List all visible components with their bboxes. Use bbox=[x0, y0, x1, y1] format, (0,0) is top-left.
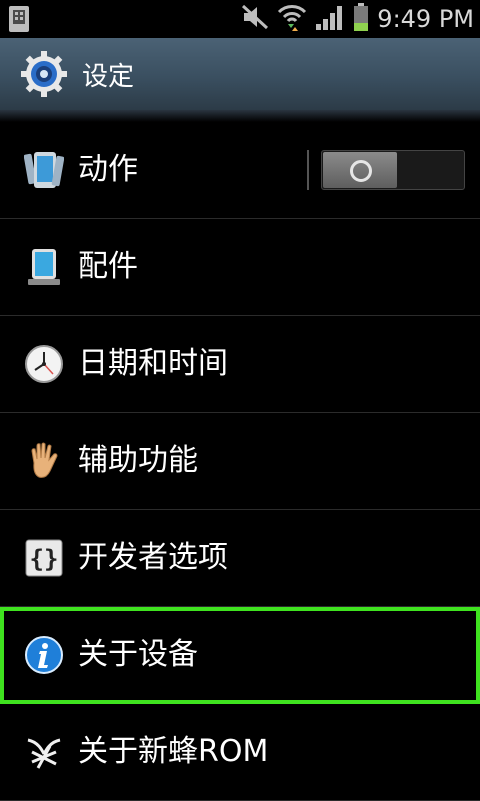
sim-card-icon bbox=[6, 4, 34, 34]
info-icon bbox=[24, 635, 64, 675]
settings-item-label: 辅助功能 bbox=[78, 443, 198, 478]
settings-item-about-device[interactable]: 关于设备 bbox=[0, 607, 480, 704]
settings-item-developer-options[interactable]: {} 开发者选项 bbox=[0, 510, 480, 607]
settings-item-about-rom[interactable]: 关于新蜂ROM bbox=[0, 704, 480, 801]
signal-icon bbox=[315, 3, 345, 35]
toggle-divider bbox=[307, 150, 309, 190]
action-bar: 设定 bbox=[0, 38, 480, 112]
svg-text:{}: {} bbox=[30, 545, 59, 573]
braces-icon: {} bbox=[24, 538, 64, 578]
settings-item-accessory[interactable]: 配件 bbox=[0, 219, 480, 316]
motion-toggle[interactable] bbox=[321, 150, 465, 190]
settings-gear-icon[interactable] bbox=[20, 50, 68, 98]
settings-item-date-time[interactable]: 日期和时间 bbox=[0, 316, 480, 413]
scroll-edge bbox=[0, 110, 480, 122]
settings-item-label: 关于新蜂ROM bbox=[78, 734, 269, 769]
status-time: 9:49 PM bbox=[377, 5, 474, 33]
hand-icon bbox=[24, 441, 64, 481]
settings-item-accessibility[interactable]: 辅助功能 bbox=[0, 413, 480, 510]
motion-icon bbox=[23, 150, 65, 190]
status-bar: 9:49 PM bbox=[0, 0, 480, 38]
settings-item-label: 配件 bbox=[78, 249, 138, 284]
accessory-icon bbox=[24, 247, 64, 287]
mute-icon bbox=[241, 4, 269, 34]
settings-item-label: 日期和时间 bbox=[78, 346, 228, 381]
toggle-knob bbox=[323, 152, 397, 188]
wifi-icon bbox=[277, 2, 307, 36]
bee-logo-icon bbox=[24, 732, 64, 772]
battery-icon bbox=[353, 2, 369, 36]
page-title: 设定 bbox=[82, 62, 135, 92]
clock-icon bbox=[24, 344, 64, 384]
settings-list: 动作 配件 日期和时间 辅助功能 {} 开发者选项 关于设备 关于新蜂ROM bbox=[0, 122, 480, 801]
settings-item-label: 动作 bbox=[78, 152, 138, 187]
settings-item-motion[interactable]: 动作 bbox=[0, 122, 480, 219]
settings-item-label: 关于设备 bbox=[78, 637, 198, 672]
settings-item-label: 开发者选项 bbox=[78, 540, 228, 575]
